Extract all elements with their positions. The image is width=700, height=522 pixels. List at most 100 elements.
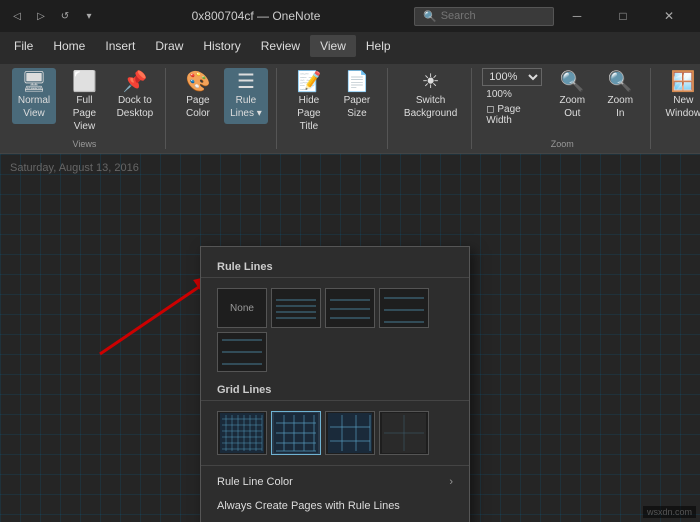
views-buttons: 🖥 NormalView ⬜ Full PageView 📌 Dock toDe…: [12, 68, 157, 137]
menu-review[interactable]: Review: [251, 35, 310, 57]
menu-history[interactable]: History: [193, 35, 250, 57]
dock-label: Dock toDesktop: [117, 94, 154, 120]
title-text: 0x800704cf — OneNote: [98, 9, 414, 23]
zoom-in-label: ZoomIn: [608, 94, 634, 120]
ribbon-group-lines: 🎨 PageColor ☰ RuleLines ▾: [172, 68, 277, 149]
grid-small[interactable]: [217, 411, 267, 455]
paper-buttons: 📝 HidePage Title 📄 PaperSize: [287, 68, 379, 147]
more-button[interactable]: ▾: [80, 7, 98, 25]
grid-lines-options: [201, 405, 469, 461]
date-label: Saturday, August 13, 2016: [10, 162, 139, 174]
large-grid-svg: [328, 413, 372, 453]
extra-large-grid-svg: [382, 413, 426, 453]
watermark: wsxdn.com: [643, 506, 696, 518]
full-page-view-button[interactable]: ⬜ Full PageView: [60, 68, 109, 137]
zoom-select[interactable]: 100% 75% 150%: [482, 68, 542, 86]
search-box[interactable]: 🔍: [414, 7, 554, 26]
page-color-icon: 🎨: [185, 72, 210, 92]
menu-bar: File Home Insert Draw History Review Vie…: [0, 32, 700, 60]
menu-home[interactable]: Home: [43, 35, 95, 57]
zoom-buttons: 100% 75% 150% 100% ◻ Page Width 🔍 ZoomOu…: [482, 68, 642, 137]
zoom-out-button[interactable]: 🔍 ZoomOut: [550, 68, 594, 124]
grid-medium[interactable]: [271, 411, 321, 455]
paper-size-icon: 📄: [344, 72, 369, 92]
rule-line-medium[interactable]: [325, 288, 375, 328]
medium-grid-svg: [274, 413, 318, 453]
always-create-item[interactable]: Always Create Pages with Rule Lines: [201, 494, 469, 518]
ribbon-group-windows: 🪟 NewWindow 🪟 New Do...Wind...: [657, 68, 700, 149]
menu-insert[interactable]: Insert: [95, 35, 145, 57]
paper-size-button[interactable]: 📄 PaperSize: [335, 68, 379, 124]
normal-view-icon: 🖥: [21, 72, 46, 92]
small-grid-svg: [220, 413, 264, 453]
title-bar: ◁ ▷ ↺ ▾ 0x800704cf — OneNote 🔍 ─ □ ✕: [0, 0, 700, 32]
window-controls-right: ─ □ ✕: [554, 0, 692, 32]
close-button[interactable]: ✕: [646, 0, 692, 32]
grid-extra-large[interactable]: [379, 411, 429, 455]
search-icon: 🔍: [423, 10, 437, 23]
menu-file[interactable]: File: [4, 35, 43, 57]
menu-draw[interactable]: Draw: [145, 35, 193, 57]
new-window-button[interactable]: 🪟 NewWindow: [661, 68, 700, 124]
views-group-label: Views: [12, 139, 157, 149]
forward-button[interactable]: ▷: [32, 7, 50, 25]
rule-line-color-item[interactable]: Rule Line Color ›: [201, 470, 469, 494]
narrow-lines-svg: [274, 290, 318, 326]
new-window-label: NewWindow: [666, 94, 700, 120]
search-input[interactable]: [441, 10, 545, 22]
rule-line-none[interactable]: None: [217, 288, 267, 328]
ribbon: 🖥 NormalView ⬜ Full PageView 📌 Dock toDe…: [0, 60, 700, 154]
menu-help[interactable]: Help: [356, 35, 401, 57]
rule-lines-label: RuleLines ▾: [230, 94, 262, 120]
grid-lines-section-title: Grid Lines: [201, 378, 469, 401]
zoom-100-option[interactable]: 100%: [482, 88, 542, 101]
page-color-button[interactable]: 🎨 PageColor: [176, 68, 220, 124]
switch-bg-icon: ☀: [422, 72, 440, 92]
maximize-button[interactable]: □: [600, 0, 646, 32]
rule-lines-section-title: Rule Lines: [201, 255, 469, 278]
wide-lines-svg: [382, 290, 426, 326]
rule-line-extra-wide[interactable]: [217, 332, 267, 372]
medium-lines-svg: [328, 290, 372, 326]
dock-to-desktop-button[interactable]: 📌 Dock toDesktop: [113, 68, 157, 124]
normal-view-label: NormalView: [18, 94, 50, 120]
rule-lines-dropdown: Rule Lines None: [200, 246, 470, 522]
paper-size-label: PaperSize: [344, 94, 371, 120]
window-controls-left: ◁ ▷ ↺ ▾: [8, 7, 98, 25]
dock-icon: 📌: [122, 72, 147, 92]
zoom-page-width-option[interactable]: ◻ Page Width: [482, 103, 542, 127]
extra-wide-lines-svg: [220, 334, 264, 370]
zoom-in-button[interactable]: 🔍 ZoomIn: [598, 68, 642, 124]
main-content: Saturday, August 13, 2016 Rule Lines: [0, 154, 700, 522]
hide-page-title-button[interactable]: 📝 HidePage Title: [287, 68, 331, 137]
rule-lines-button[interactable]: ☰ RuleLines ▾: [224, 68, 268, 124]
hide-title-icon: 📝: [296, 72, 321, 92]
hide-title-label: HidePage Title: [293, 94, 325, 133]
undo-button[interactable]: ↺: [56, 7, 74, 25]
rule-lines-icon: ☰: [237, 72, 255, 92]
ribbon-group-zoom: 100% 75% 150% 100% ◻ Page Width 🔍 ZoomOu…: [478, 68, 651, 149]
background-buttons: ☀ SwitchBackground: [398, 68, 463, 147]
menu-view[interactable]: View: [310, 35, 356, 57]
zoom-out-label: ZoomOut: [560, 94, 586, 120]
normal-view-button[interactable]: 🖥 NormalView: [12, 68, 56, 124]
chevron-right-icon: ›: [449, 476, 453, 488]
ribbon-group-background: ☀ SwitchBackground: [394, 68, 472, 149]
new-window-icon: 🪟: [671, 72, 696, 92]
ribbon-group-paper: 📝 HidePage Title 📄 PaperSize: [283, 68, 388, 149]
windows-buttons: 🪟 NewWindow 🪟 New Do...Wind...: [661, 68, 700, 147]
rule-lines-options: None: [201, 282, 469, 378]
lines-buttons: 🎨 PageColor ☰ RuleLines ▾: [176, 68, 268, 147]
switch-background-button[interactable]: ☀ SwitchBackground: [398, 68, 463, 124]
switch-bg-label: SwitchBackground: [404, 94, 457, 120]
grid-large[interactable]: [325, 411, 375, 455]
back-button[interactable]: ◁: [8, 7, 26, 25]
minimize-button[interactable]: ─: [554, 0, 600, 32]
full-page-icon: ⬜: [72, 72, 97, 92]
full-page-label: Full PageView: [66, 94, 103, 133]
window-title: 0x800704cf — OneNote: [192, 9, 321, 23]
dropdown-separator: [201, 465, 469, 466]
rule-line-wide[interactable]: [379, 288, 429, 328]
rule-line-narrow[interactable]: [271, 288, 321, 328]
zoom-group-label: Zoom: [482, 139, 642, 149]
